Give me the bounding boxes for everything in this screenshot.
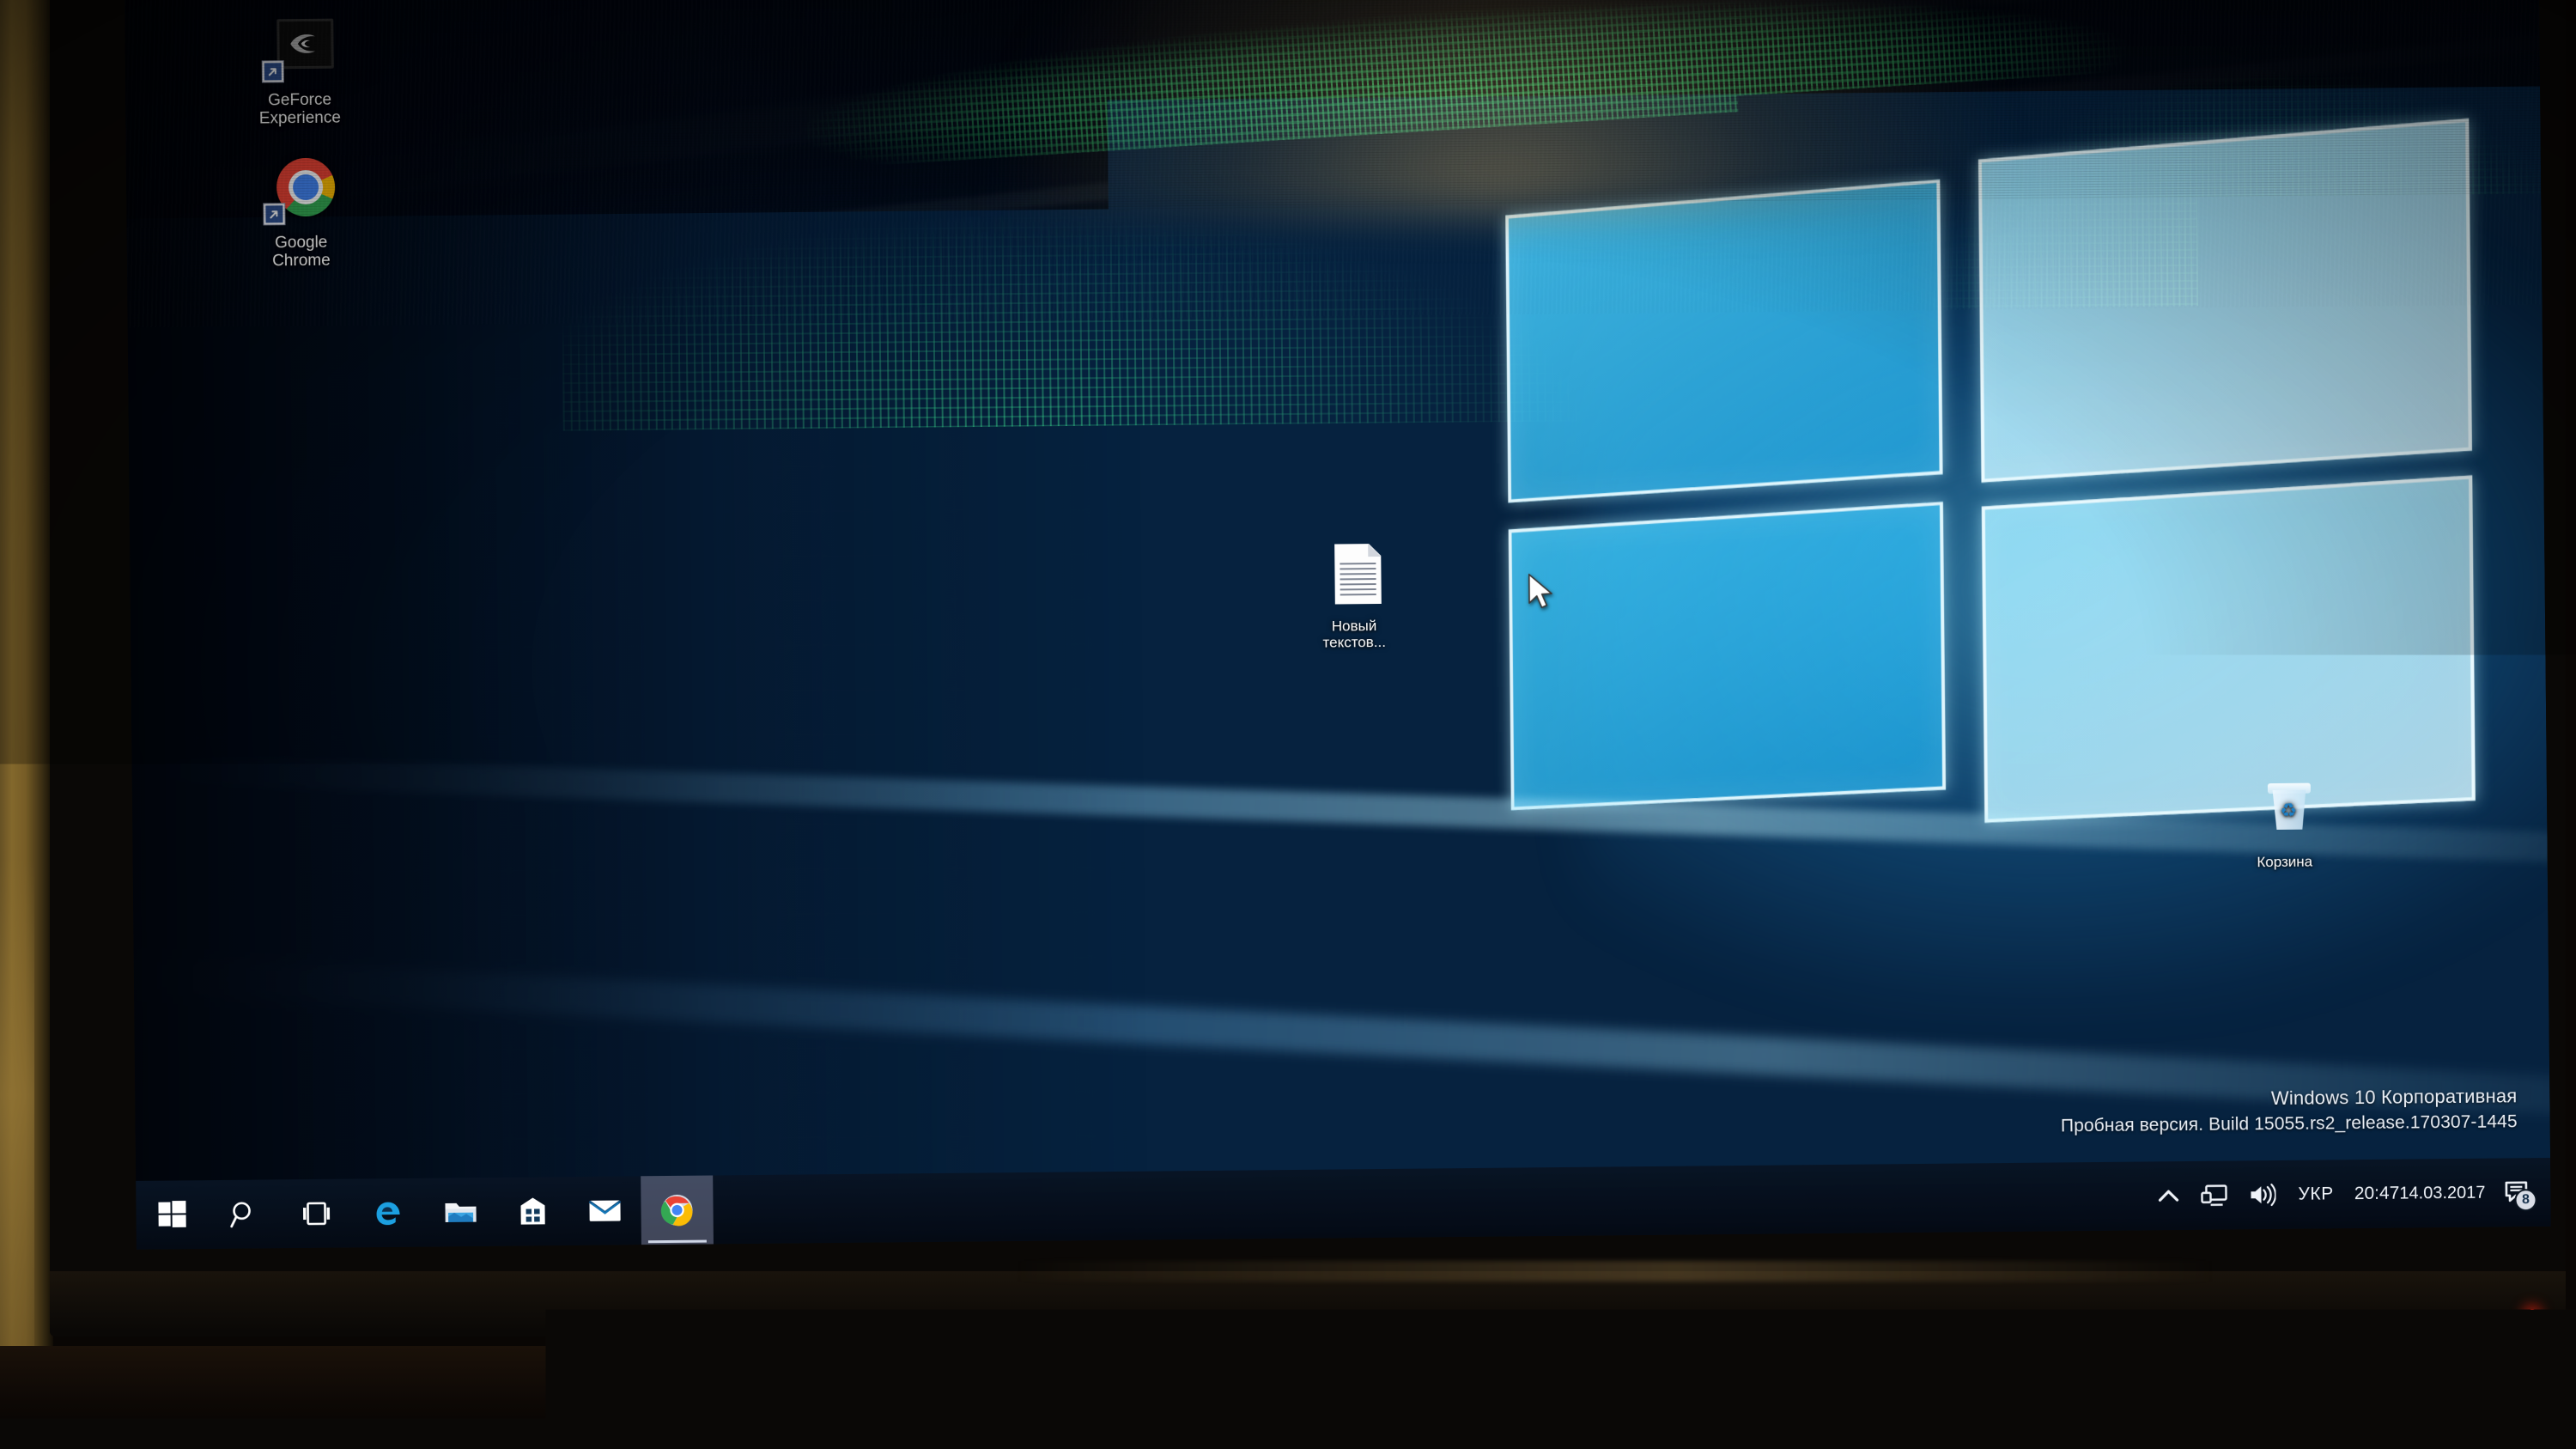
edge-button[interactable] <box>352 1178 425 1248</box>
photo-of-monitor: GeForce Experience Google Chrome Новый т… <box>0 0 2576 1449</box>
desktop-icon-google-chrome[interactable]: Google Chrome <box>236 157 366 271</box>
power-led-indicator <box>2526 1309 2538 1321</box>
desktop-icon-text-document[interactable]: Новый текстов... <box>1293 542 1414 651</box>
watermark-edition: Windows 10 Корпоративная <box>2061 1085 2518 1111</box>
file-explorer-button[interactable] <box>424 1178 497 1247</box>
desk-highlight <box>550 1375 2061 1384</box>
desktop-icon-recycle-bin[interactable]: ♻ Корзина <box>2227 777 2342 870</box>
search-icon <box>229 1200 258 1229</box>
desktop-icon-label: Chrome <box>237 252 366 271</box>
task-view-button[interactable] <box>280 1179 353 1249</box>
start-button[interactable] <box>136 1180 209 1250</box>
system-tray[interactable]: УКР 20:47 14.03.2017 8 <box>2147 1158 2551 1231</box>
clock-date: 14.03.2017 <box>2399 1182 2485 1203</box>
action-center-button[interactable]: 8 <box>2499 1158 2546 1227</box>
shortcut-overlay-icon <box>263 203 285 225</box>
recycle-bin-icon: ♻ <box>2248 777 2321 847</box>
folder-icon <box>443 1198 477 1226</box>
watermark-build: Пробная версия. Build 15055.rs2_release.… <box>2061 1111 2518 1136</box>
mouse-cursor <box>1525 572 1554 612</box>
volume-icon <box>2248 1183 2275 1207</box>
desktop-icon-label: Google <box>237 233 366 253</box>
text-document-icon <box>1317 542 1390 612</box>
task-view-icon <box>300 1201 332 1227</box>
volume-button[interactable] <box>2238 1160 2287 1230</box>
chrome-taskbar-button[interactable] <box>641 1175 714 1245</box>
network-icon <box>2200 1184 2227 1208</box>
cursor-arrow-icon <box>1525 572 1554 612</box>
desktop-icon-label: Корзина <box>2228 853 2342 870</box>
clock-time: 20:47 <box>2354 1183 2400 1205</box>
monitor-screen: GeForce Experience Google Chrome Новый т… <box>125 0 2551 1250</box>
language-indicator[interactable]: УКР <box>2286 1160 2346 1229</box>
desk-surface <box>0 1346 2576 1449</box>
google-chrome-icon <box>659 1193 694 1227</box>
shortcut-overlay-icon <box>262 60 284 82</box>
desktop[interactable]: GeForce Experience Google Chrome Новый т… <box>125 0 2551 1250</box>
bezel-sheen-highlight <box>1013 1261 2215 1282</box>
google-chrome-icon <box>264 158 337 228</box>
notification-count-badge: 8 <box>2514 1189 2537 1211</box>
mail-button[interactable] <box>568 1176 641 1245</box>
mail-icon <box>587 1198 622 1224</box>
microsoft-edge-icon <box>373 1197 404 1228</box>
windows-evaluation-watermark: Windows 10 Корпоративная Пробная версия.… <box>2061 1085 2518 1136</box>
shortcut-arrow-glyph <box>264 63 282 80</box>
desktop-icon-label: Новый <box>1294 618 1414 635</box>
desktop-icon-label: Experience <box>235 109 364 129</box>
shortcut-arrow-glyph <box>265 205 283 222</box>
windows-logo-icon <box>157 1200 186 1229</box>
desktop-icon-label: текстов... <box>1294 634 1414 651</box>
desktop-icon-geforce-experience[interactable]: GeForce Experience <box>234 15 364 128</box>
nvidia-geforce-experience-icon <box>263 15 336 85</box>
microsoft-store-icon <box>518 1196 547 1227</box>
search-button[interactable] <box>208 1179 281 1249</box>
show-hidden-icons-button[interactable] <box>2147 1161 2190 1230</box>
network-button[interactable] <box>2190 1160 2239 1230</box>
desktop-icon-label: GeForce <box>235 90 364 110</box>
chevron-up-icon <box>2157 1187 2179 1204</box>
clock[interactable]: 20:47 14.03.2017 <box>2345 1159 2499 1229</box>
nvidia-eye-glyph <box>285 28 325 59</box>
store-button[interactable] <box>496 1177 569 1246</box>
screen-glare <box>992 0 2010 216</box>
